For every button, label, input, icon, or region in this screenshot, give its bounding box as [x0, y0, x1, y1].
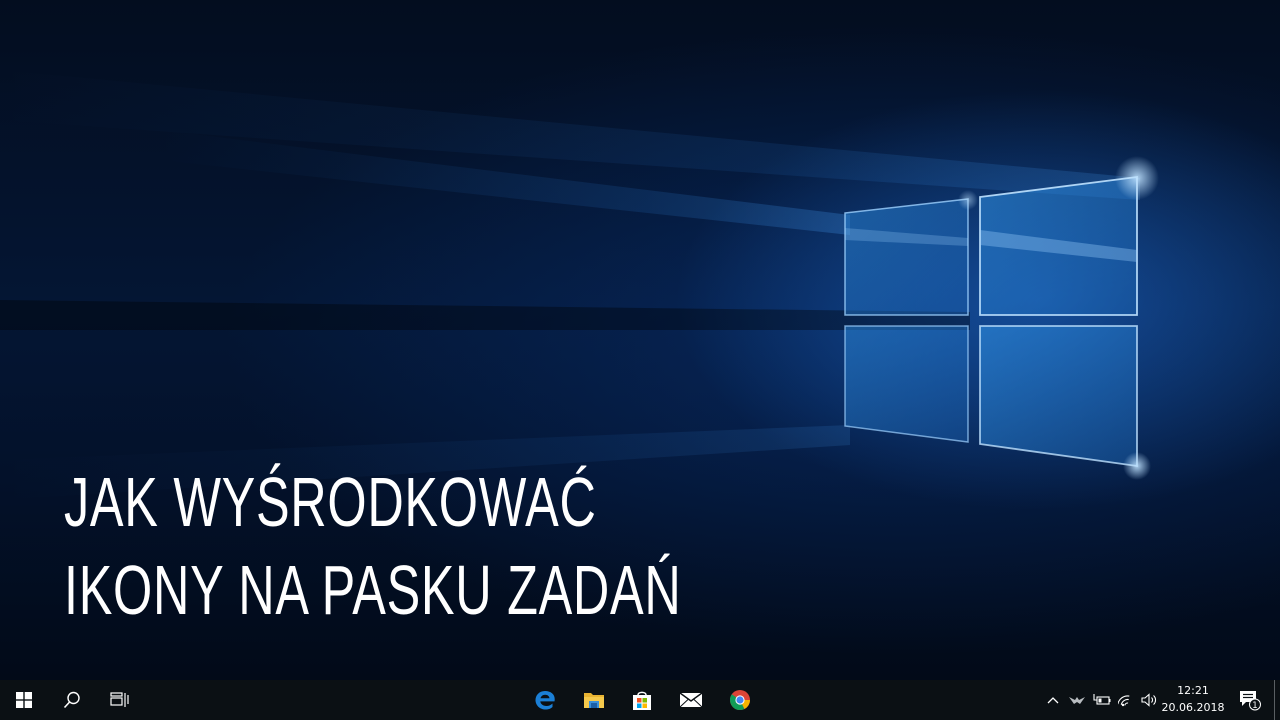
windows-start-icon [16, 692, 32, 708]
store-app-button[interactable] [618, 680, 666, 720]
chrome-app-button[interactable] [716, 680, 764, 720]
edge-icon [535, 691, 555, 710]
clock-time: 12:21 [1177, 684, 1209, 697]
headline-line-1: JAK WYŚRODKOWAĆ [64, 463, 597, 541]
wifi-icon [1118, 695, 1130, 707]
search-button[interactable] [48, 680, 96, 720]
notification-icon: 1 [1240, 691, 1261, 711]
task-view-button[interactable] [96, 680, 144, 720]
bird-icon [1069, 697, 1085, 704]
clock-date: 20.06.2018 [1161, 701, 1225, 714]
network-status[interactable] [1116, 680, 1138, 720]
file-explorer-button[interactable] [570, 680, 618, 720]
chevron-up-icon [1047, 697, 1059, 704]
taskbar: 12:21 20.06.2018 1 [0, 680, 1280, 720]
store-bag-icon [633, 691, 651, 710]
mail-icon [679, 692, 703, 708]
show-desktop-button[interactable] [1274, 680, 1280, 720]
task-view-icon [110, 692, 129, 707]
notification-count: 1 [1252, 701, 1257, 711]
mail-app-button[interactable] [667, 680, 715, 720]
edge-app-button[interactable] [521, 680, 569, 720]
desktop-wallpaper: JAK WYŚRODKOWAĆ IKONY NA PASKU ZADAŃ [0, 0, 1280, 680]
show-hidden-icons-button[interactable] [1044, 680, 1062, 720]
search-icon [63, 691, 80, 709]
headline: JAK WYŚRODKOWAĆ IKONY NA PASKU ZADAŃ [64, 458, 682, 634]
battery-icon [1093, 694, 1111, 705]
chrome-icon [729, 690, 751, 711]
speaker-icon [1141, 693, 1156, 707]
clock[interactable]: 12:21 20.06.2018 [1158, 682, 1228, 718]
folder-icon [584, 693, 604, 708]
battery-status[interactable] [1091, 680, 1113, 720]
start-button[interactable] [0, 680, 48, 720]
tray-app-icon[interactable] [1066, 680, 1088, 720]
headline-line-2: IKONY NA PASKU ZADAŃ [64, 551, 682, 629]
action-center-button[interactable]: 1 [1234, 680, 1264, 720]
